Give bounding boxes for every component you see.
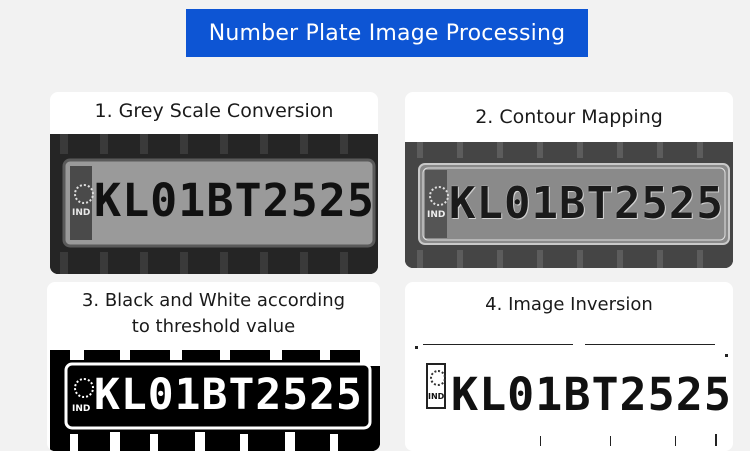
threshold-plate-image: KL01BT2525 IND — [50, 344, 380, 451]
panel-title: 4. Image Inversion — [485, 294, 653, 315]
panel-contour-mapping: 2. Contour Mapping KL01BT2525 IND — [405, 92, 733, 268]
ind-badge: IND — [428, 392, 445, 401]
eu-stars-icon — [429, 186, 449, 206]
plate-number: KL01BT2525 — [451, 368, 732, 421]
eu-stars-icon — [74, 184, 94, 204]
grey-scale-plate-image: KL01BT2525 IND — [50, 134, 378, 274]
panel-title: 1. Grey Scale Conversion — [94, 100, 334, 122]
ind-badge: IND — [72, 404, 91, 414]
ind-badge: IND — [427, 210, 446, 220]
contour-plate-image: KL01BT2525 IND — [405, 142, 733, 268]
eu-stars-icon — [74, 378, 94, 398]
page-title: Number Plate Image Processing — [208, 20, 566, 46]
panel-title: 3. Black and White according to threshol… — [81, 290, 346, 337]
panel-title: 2. Contour Mapping — [475, 106, 663, 128]
plate-number: KL01BT2525 — [94, 370, 363, 420]
ind-badge: IND — [72, 208, 91, 218]
panel-image-inversion: 4. Image Inversion KL01BT2525 IND — [405, 282, 733, 451]
eu-stars-icon — [430, 370, 446, 386]
panel-black-white: 3. Black and White according to threshol… — [47, 282, 380, 451]
panel-grey-scale: 1. Grey Scale Conversion KL01BT2525 IND — [50, 92, 378, 274]
plate-number: KL01BT2525 — [94, 174, 375, 227]
inverted-plate-image: KL01BT2525 IND — [405, 336, 733, 451]
plate-number: KL01BT2525 — [449, 178, 724, 229]
page-title-banner: Number Plate Image Processing — [186, 9, 588, 57]
